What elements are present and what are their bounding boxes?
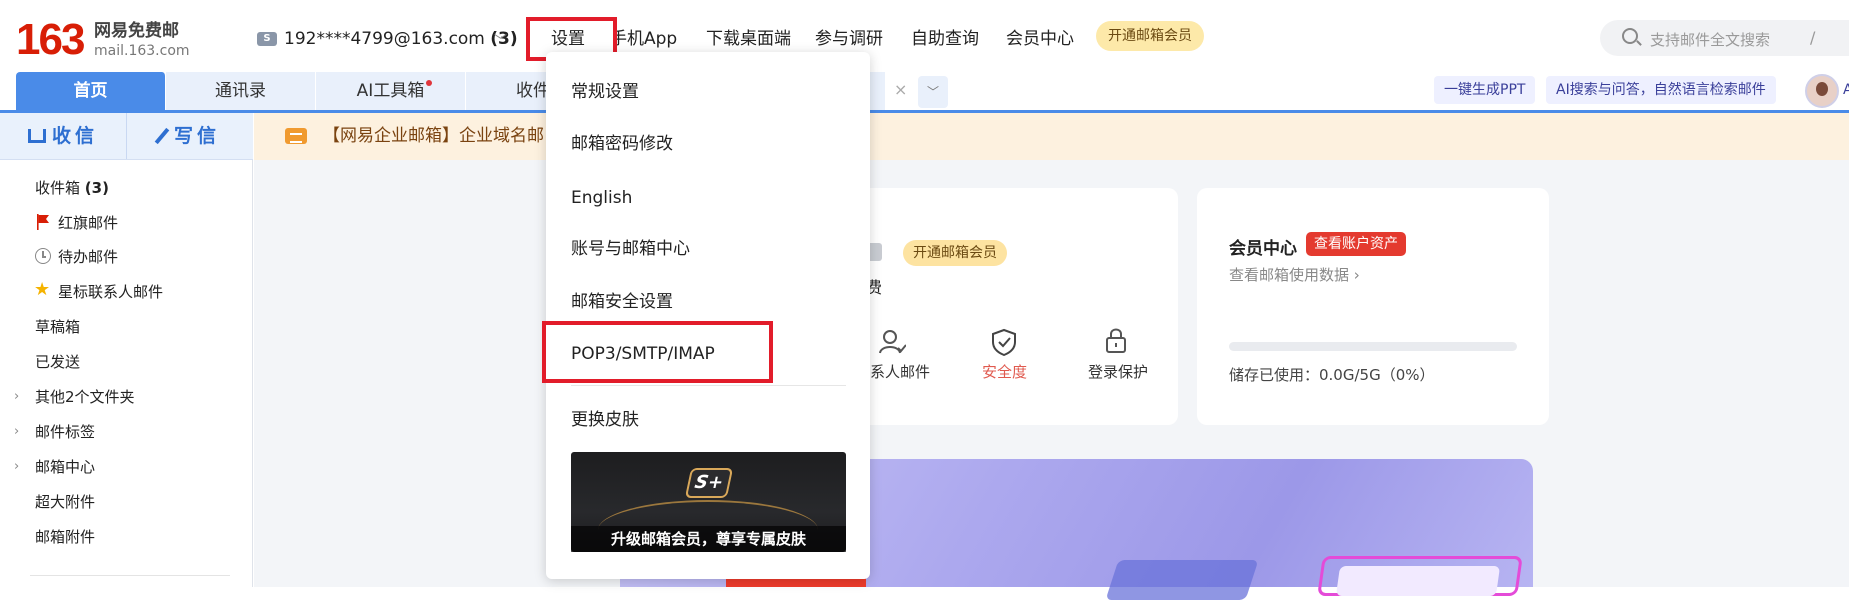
card-vip-button[interactable]: 开通邮箱会员 [903,240,1007,266]
tab-close-icon[interactable]: × [894,80,907,99]
storage-progress-bar [1229,342,1517,351]
tab-home[interactable]: 首页 [16,72,166,110]
tab-ai-tools-label: AI工具箱 [356,81,425,101]
brand-logo-number[interactable]: 163 [16,18,85,62]
banner-decoration-card [1335,566,1501,596]
account-email[interactable]: 192****4799@163.com (3) [284,28,518,50]
chevron-right-icon[interactable]: › [14,457,19,477]
shield-icon [992,328,1016,356]
storage-usage-text: 储存已使用：0.0G/5G（0%） [1229,366,1435,384]
sidebar-item-inbox-label: 收件箱 [35,179,81,197]
nav-self-service[interactable]: 自助查询 [911,28,979,50]
chevron-right-icon[interactable]: › [14,387,19,407]
view-assets-badge[interactable]: 查看账户资产 [1306,232,1406,256]
account-email-text: 192****4799@163.com [284,29,485,49]
menu-item-general-settings[interactable]: 常规设置 [571,81,639,103]
sidebar-inbox-count: (3) [84,179,109,197]
search-placeholder: 支持邮件全文搜索 [1650,31,1771,49]
brand-logo-title: 网易免费邮 [94,21,179,41]
sidebar-item-mail-center[interactable]: 邮箱中心 [35,457,95,477]
nav-desktop-download[interactable]: 下载桌面端 [706,28,791,50]
usage-data-link[interactable]: 查看邮箱使用数据 › [1229,264,1360,285]
red-flag-icon [37,214,49,230]
member-center-title: 会员中心 [1229,239,1297,259]
search-shortcut-hint: / [1810,28,1816,47]
avatar-face-icon [1816,82,1828,96]
sidebar-button-underline [0,159,253,160]
menu-item-change-skin[interactable]: 更换皮肤 [571,409,639,431]
inbox-tray-icon [27,129,46,143]
sidebar-divider [30,575,230,576]
skin-promo-caption[interactable]: 升级邮箱会员，尊享专属皮肤 [571,526,846,552]
clock-icon [35,248,51,264]
chip-ai-search[interactable]: AI搜索与问答，自然语言检索邮件 [1546,76,1776,104]
banner-decoration-block [1105,560,1259,600]
chevron-right-icon[interactable]: › [14,422,19,442]
compose-mail-label: 写信 [173,125,220,147]
tab-ai-tools-badge-dot [426,80,432,86]
sidebar-item-starred[interactable]: 星标联系人邮件 [58,282,163,302]
settings-menu-label[interactable]: 设置 [551,28,585,50]
ticket-icon [285,128,307,144]
menu-item-english[interactable]: English [571,187,632,209]
splus-logo-icon: S+ [684,468,734,498]
sidebar-item-labels[interactable]: 邮件标签 [35,422,95,442]
account-card-icon: S [257,32,277,46]
tab-ai-tools[interactable]: AI工具箱 [316,72,466,110]
tab-contacts[interactable]: 通讯录 [166,72,316,110]
contact-user-icon [879,330,906,354]
sidebar-item-flagged[interactable]: 红旗邮件 [58,213,118,233]
avatar[interactable] [1805,74,1839,108]
nav-member-center[interactable]: 会员中心 [1006,28,1074,50]
sidebar-item-attachments[interactable]: 邮箱附件 [35,527,95,547]
menu-item-password-change[interactable]: 邮箱密码修改 [571,133,673,155]
lock-icon [1106,328,1126,353]
receive-mail-label: 收信 [51,125,98,147]
star-icon: ★ [34,279,51,300]
nav-survey[interactable]: 参与调研 [815,28,883,50]
sidebar-item-other-folders[interactable]: 其他2个文件夹 [35,387,135,407]
tab-more-chevron-icon[interactable]: ﹀ [918,76,948,108]
member-center-card [1197,188,1549,425]
sidebar-item-big-attachments[interactable]: 超大附件 [35,492,95,512]
nav-mobile-app[interactable]: 手机App [610,28,677,50]
menu-divider [571,385,846,386]
pop3-highlight-box [542,321,773,383]
sidebar-item-sent[interactable]: 已发送 [35,352,80,372]
pen-icon [154,127,170,145]
sidebar-item-todo[interactable]: 待办邮件 [58,247,118,267]
quick-contacts-mail-label[interactable]: 系人邮件 [870,362,930,382]
quick-login-protect-label[interactable]: 登录保护 [1088,362,1148,382]
notice-text[interactable]: 【网易企业邮箱】企业域名邮 [323,125,544,147]
chip-generate-ppt[interactable]: 一键生成PPT [1434,76,1536,104]
menu-item-security-settings[interactable]: 邮箱安全设置 [571,291,673,313]
sidebar-item-drafts[interactable]: 草稿箱 [35,317,80,337]
nav-vip-button[interactable]: 开通邮箱会员 [1096,21,1204,51]
quick-security-label[interactable]: 安全度 [982,362,1027,382]
search-icon [1622,28,1638,44]
sidebar-item-inbox[interactable]: 收件箱 (3) [35,178,109,198]
account-chevron-down-icon[interactable]: ﹀ [494,30,507,49]
receive-mail-button[interactable]: 收信 [0,113,126,159]
compose-mail-button[interactable]: 写信 [127,113,253,159]
brand-logo-domain: mail.163.com [94,43,190,59]
avatar-name-initial[interactable]: A [1843,82,1849,98]
menu-item-account-center[interactable]: 账号与邮箱中心 [571,238,690,260]
